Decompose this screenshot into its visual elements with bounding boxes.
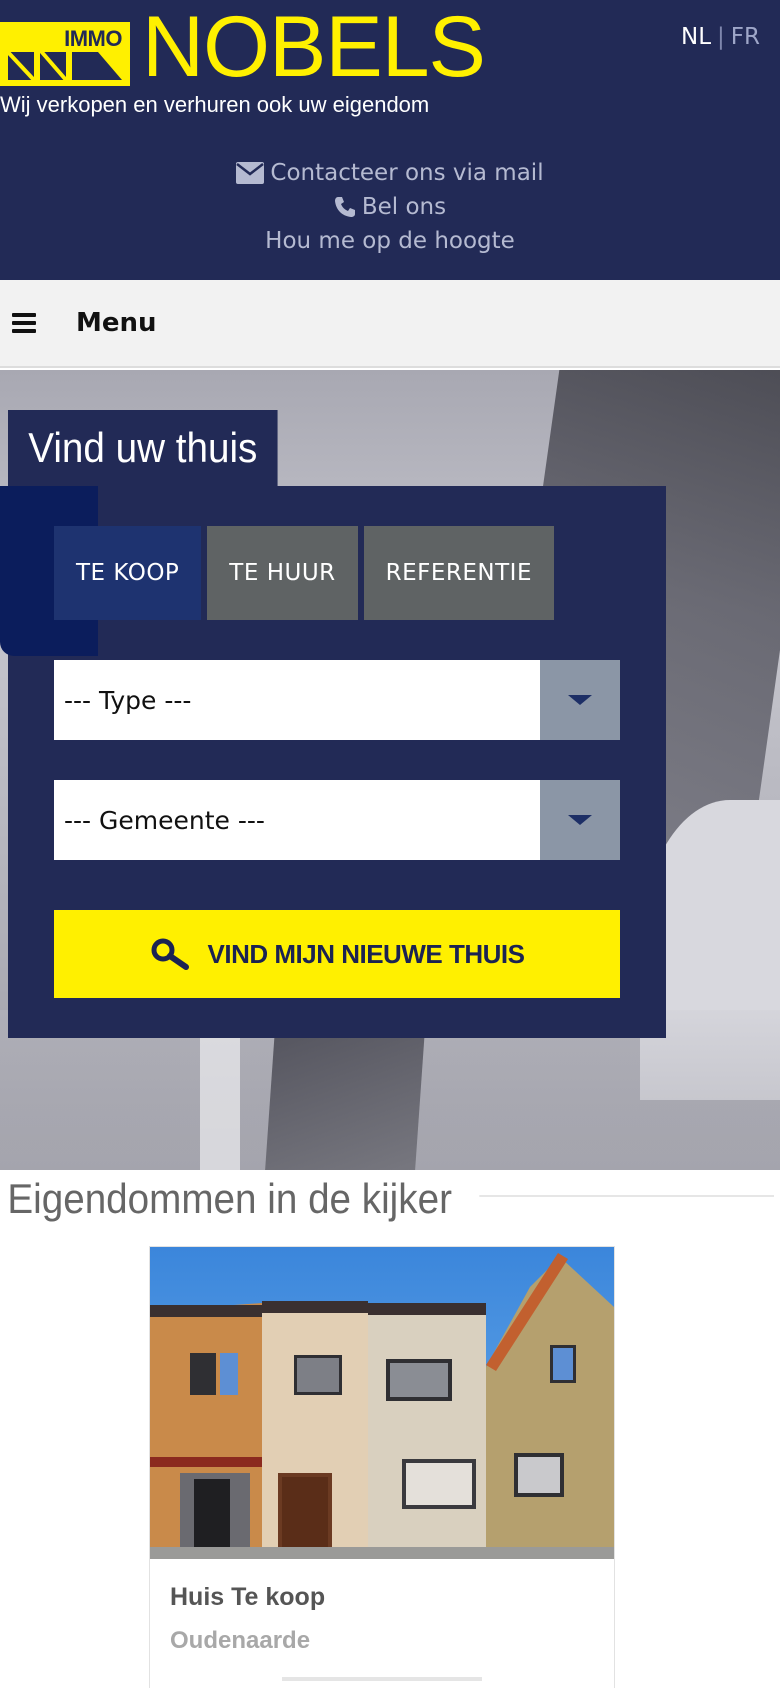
- lang-separator: |: [717, 24, 725, 50]
- language-switcher: NL | FR: [681, 24, 760, 50]
- chevron-down-icon: [568, 815, 592, 825]
- section-divider: [466, 1195, 774, 1197]
- property-card[interactable]: Huis Te koop Oudenaarde: [149, 1246, 615, 1688]
- site-header: IMMO NOBELS Wij verkopen en verhuren ook…: [0, 0, 780, 280]
- type-select[interactable]: --- Type ---: [54, 660, 620, 740]
- house-photo-icon: [150, 1247, 614, 1559]
- newsletter-label: Hou me op de hoogte: [265, 228, 515, 254]
- envelope-icon: [236, 162, 265, 184]
- contact-mail-label: Contacteer ons via mail: [270, 160, 544, 186]
- gemeente-select[interactable]: --- Gemeente ---: [54, 780, 620, 860]
- logo-tagline: Wij verkopen en verhuren ook uw eigendom: [0, 92, 430, 117]
- find-home-label: VIND MIJN NIEUWE THUIS: [207, 938, 525, 969]
- logo-immo-text: IMMO: [64, 26, 122, 51]
- type-select-toggle[interactable]: [540, 660, 620, 740]
- menu-label[interactable]: Menu: [76, 308, 157, 338]
- contact-call-label: Bel ons: [361, 194, 447, 220]
- property-photo[interactable]: [150, 1247, 614, 1559]
- logo-name: NOBELS: [142, 0, 486, 95]
- hero-section: Vind uw thuis TE KOOP TE HUUR REFERENTIE…: [0, 370, 780, 1170]
- property-title[interactable]: Huis Te koop: [170, 1583, 325, 1612]
- contact-links: Contacteer ons via mail Bel ons Hou me o…: [0, 156, 780, 258]
- property-location: Oudenaarde: [170, 1627, 311, 1654]
- search-icon: [151, 938, 189, 970]
- tab-te-koop[interactable]: TE KOOP: [54, 526, 202, 620]
- lang-fr-link[interactable]: FR: [731, 24, 760, 50]
- lang-nl-link[interactable]: NL: [681, 24, 711, 50]
- tab-referentie[interactable]: REFERENTIE: [363, 526, 554, 620]
- search-title: Vind uw thuis: [8, 410, 278, 486]
- logo-mark: IMMO: [0, 22, 130, 86]
- search-tabs: TE KOOP TE HUUR REFERENTIE: [54, 526, 554, 620]
- menu-bar[interactable]: Menu: [0, 280, 780, 368]
- tab-te-huur[interactable]: TE HUUR: [207, 526, 358, 620]
- newsletter-link[interactable]: Hou me op de hoogte: [0, 224, 780, 258]
- card-divider: [282, 1677, 482, 1681]
- hero-background-shape: [200, 1020, 240, 1170]
- contact-mail-link[interactable]: Contacteer ons via mail: [0, 156, 780, 190]
- chevron-down-icon: [568, 695, 592, 705]
- gemeente-select-toggle[interactable]: [540, 780, 620, 860]
- type-select-value: --- Type ---: [64, 685, 192, 715]
- featured-title: Eigendommen in de kijker: [0, 1170, 480, 1228]
- phone-icon: [334, 197, 355, 217]
- gemeente-select-value: --- Gemeente ---: [64, 805, 265, 835]
- site-logo[interactable]: IMMO NOBELS Wij verkopen en verhuren ook…: [0, 4, 510, 118]
- hero-background-shape: [265, 1030, 425, 1170]
- hamburger-icon[interactable]: [12, 313, 36, 333]
- contact-call-link[interactable]: Bel ons: [0, 190, 780, 224]
- find-home-button[interactable]: VIND MIJN NIEUWE THUIS: [54, 910, 620, 998]
